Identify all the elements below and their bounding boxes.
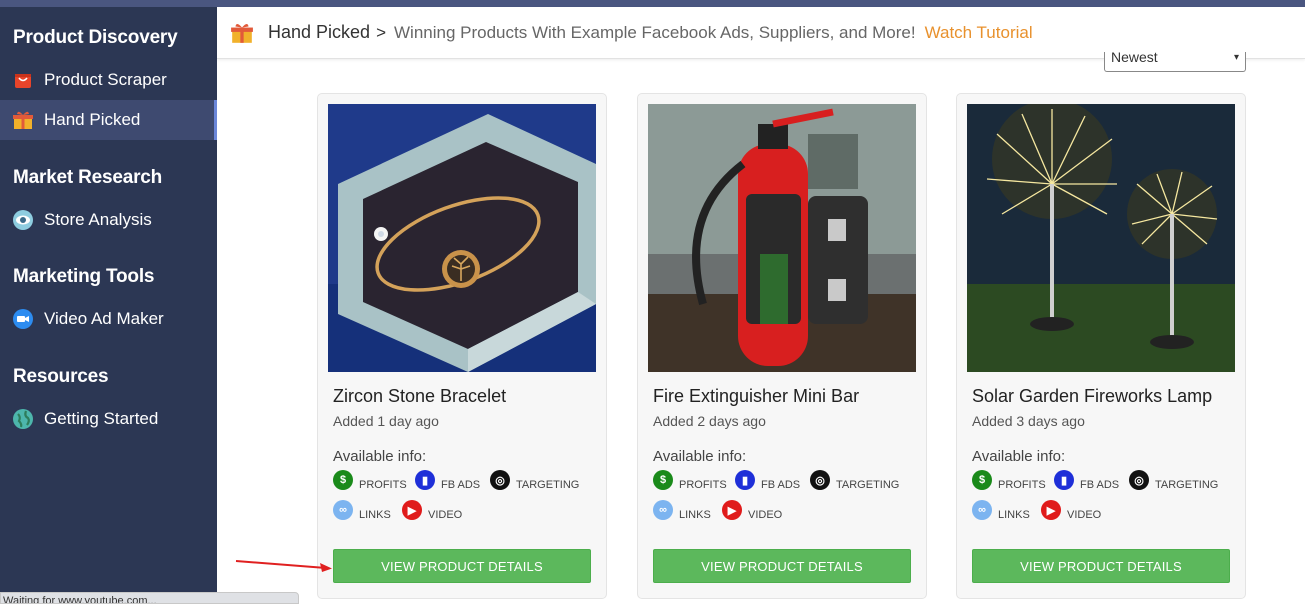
available-info-label: Available info: (653, 448, 747, 465)
product-name: Zircon Stone Bracelet (333, 386, 507, 406)
tag-label: TARGETING (516, 479, 580, 491)
breadcrumb: Hand Picked (268, 22, 371, 42)
link-icon: ∞ (333, 500, 353, 520)
sidebar-item-label: Video Ad Maker (44, 309, 164, 328)
sidebar-item-label: Store Analysis (44, 210, 152, 229)
product-added-date: Added 3 days ago (972, 413, 1085, 429)
info-tag-targeting: ◎ TARGETING (490, 470, 580, 495)
gift-icon (12, 109, 34, 131)
bar-chart-icon: ▮ (415, 470, 435, 490)
target-icon: ◎ (490, 470, 510, 490)
product-card: Solar Garden Fireworks Lamp Added 3 days… (956, 93, 1246, 599)
sidebar-item-video-ad-maker[interactable]: Video Ad Maker (0, 299, 217, 339)
tag-label: FB ADS (1080, 479, 1120, 491)
play-icon: ▶ (402, 500, 422, 520)
section-title-marketing-tools: Marketing Tools (13, 266, 155, 287)
product-card: Zircon Stone Bracelet Added 1 day ago Av… (317, 93, 607, 599)
aliexpress-bag-icon (12, 69, 34, 91)
tag-label: PROFITS (359, 479, 407, 491)
sidebar-item-getting-started[interactable]: Getting Started (0, 399, 217, 439)
target-icon: ◎ (1129, 470, 1149, 490)
sidebar-item-label: Getting Started (44, 409, 159, 428)
info-tag-fb-ads: ▮ FB ADS (1054, 470, 1120, 495)
view-product-details-button[interactable]: VIEW PRODUCT DETAILS (653, 549, 911, 583)
sidebar-item-label: Hand Picked (44, 110, 141, 129)
tag-label: PROFITS (998, 479, 1046, 491)
tag-label: FB ADS (441, 479, 481, 491)
section-title-product-discovery: Product Discovery (13, 27, 178, 48)
info-tag-video: ▶ VIDEO (1041, 500, 1102, 525)
target-icon: ◎ (810, 470, 830, 490)
tag-label: TARGETING (836, 479, 900, 491)
video-camera-icon (12, 308, 34, 330)
available-info-label: Available info: (333, 448, 427, 465)
product-image[interactable] (328, 104, 596, 372)
info-tag-links: ∞ LINKS (333, 500, 391, 525)
tag-label: PROFITS (679, 479, 727, 491)
info-tag-links: ∞ LINKS (653, 500, 711, 525)
tag-label: LINKS (679, 509, 711, 521)
sidebar-item-product-scraper[interactable]: Product Scraper (0, 60, 217, 100)
sidebar-item-store-analysis[interactable]: Store Analysis (0, 200, 217, 240)
info-tag-video: ▶ VIDEO (402, 500, 463, 525)
link-icon: ∞ (653, 500, 673, 520)
breadcrumb-separator: > (376, 22, 386, 42)
chevron-down-icon: ▾ (1233, 52, 1239, 63)
tag-label: TARGETING (1155, 479, 1219, 491)
info-tag-profits: $ PROFITS (972, 470, 1046, 495)
top-accent-strip (0, 0, 1305, 7)
product-image[interactable] (967, 104, 1235, 372)
play-icon: ▶ (722, 500, 742, 520)
sidebar: Product Discovery Product Scraper Hand P… (0, 7, 217, 604)
info-tag-video: ▶ VIDEO (722, 500, 783, 525)
info-tag-links: ∞ LINKS (972, 500, 1030, 525)
eye-icon (12, 209, 34, 231)
info-tag-targeting: ◎ TARGETING (1129, 470, 1219, 495)
sidebar-item-hand-picked[interactable]: Hand Picked (0, 100, 217, 140)
product-name: Solar Garden Fireworks Lamp (972, 386, 1213, 406)
sort-selected-value: Newest (1111, 52, 1158, 65)
info-tag-profits: $ PROFITS (333, 470, 407, 495)
product-image[interactable] (648, 104, 916, 372)
browser-status-bar: Waiting for www.youtube.com... (0, 592, 299, 604)
section-title-resources: Resources (13, 366, 109, 387)
tag-label: LINKS (998, 509, 1030, 521)
info-tag-targeting: ◎ TARGETING (810, 470, 900, 495)
dollar-icon: $ (653, 470, 673, 490)
watch-tutorial-link[interactable]: Watch Tutorial (925, 23, 1033, 43)
view-product-details-button[interactable]: VIEW PRODUCT DETAILS (333, 549, 591, 583)
globe-icon (12, 408, 34, 430)
tag-label: VIDEO (1067, 509, 1102, 521)
bar-chart-icon: ▮ (735, 470, 755, 490)
product-card: Fire Extinguisher Mini Bar Added 2 days … (637, 93, 927, 599)
link-icon: ∞ (972, 500, 992, 520)
info-tag-fb-ads: ▮ FB ADS (735, 470, 801, 495)
tag-label: FB ADS (761, 479, 801, 491)
section-title-market-research: Market Research (13, 167, 163, 188)
info-tag-profits: $ PROFITS (653, 470, 727, 495)
dollar-icon: $ (972, 470, 992, 490)
gift-icon (230, 21, 254, 45)
product-added-date: Added 2 days ago (653, 413, 766, 429)
view-product-details-button[interactable]: VIEW PRODUCT DETAILS (972, 549, 1230, 583)
red-arrow-annotation (235, 560, 332, 572)
sort-select[interactable]: Newest ▾ (1104, 52, 1246, 72)
play-icon: ▶ (1041, 500, 1061, 520)
available-info-label: Available info: (972, 448, 1066, 465)
tag-label: LINKS (359, 509, 391, 521)
product-name: Fire Extinguisher Mini Bar (653, 386, 860, 406)
dollar-icon: $ (333, 470, 353, 490)
tag-label: VIDEO (428, 509, 463, 521)
bar-chart-icon: ▮ (1054, 470, 1074, 490)
page-subtitle: Winning Products With Example Facebook A… (394, 22, 916, 42)
sidebar-item-label: Product Scraper (44, 70, 167, 89)
product-added-date: Added 1 day ago (333, 413, 439, 429)
tag-label: VIDEO (748, 509, 783, 521)
info-tag-fb-ads: ▮ FB ADS (415, 470, 481, 495)
